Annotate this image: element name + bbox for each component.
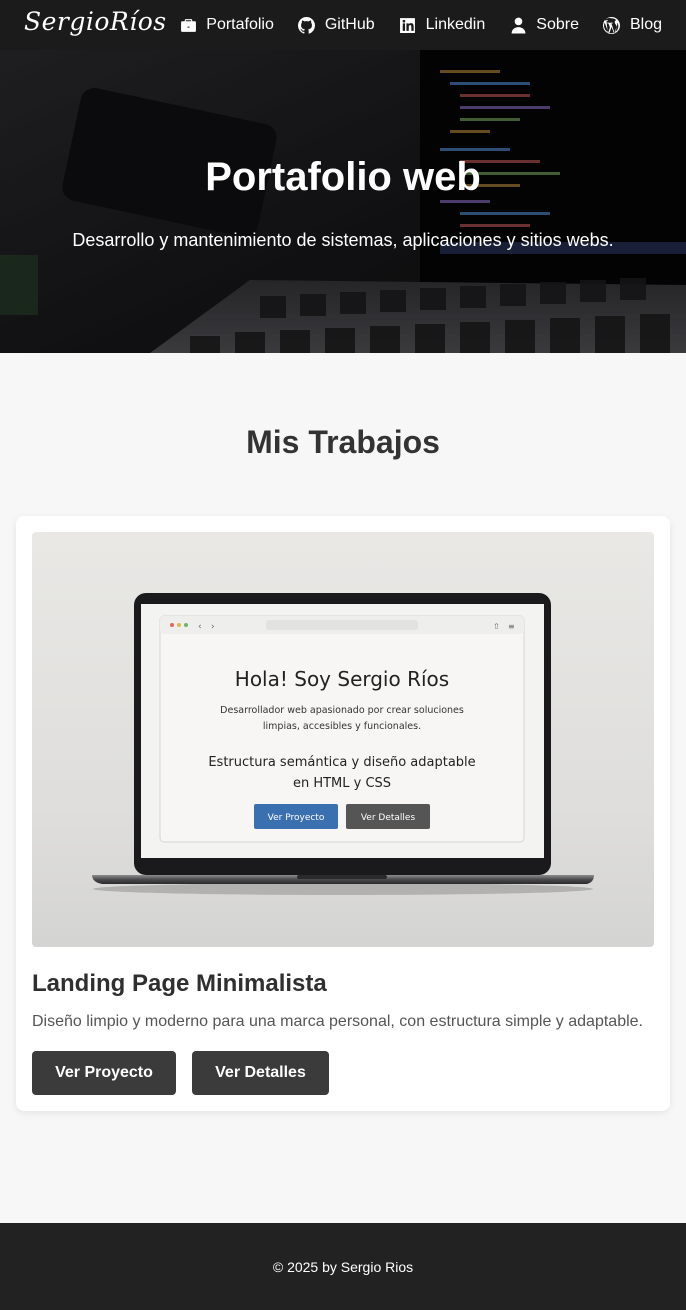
briefcase-icon <box>179 16 197 34</box>
wordpress-icon <box>603 16 621 34</box>
project-card: ‹ › ⇧ ≡ Hola! Soy Sergio Ríos Desarrolla… <box>16 516 670 1111</box>
nav-links: Portafolio GitHub Linkedin Sobre Blog <box>179 16 662 34</box>
project-description: Diseño limpio y moderno para una marca p… <box>32 1013 643 1030</box>
view-details-button[interactable]: Ver Detalles <box>192 1051 329 1095</box>
hero-subtitle: Desarrollo y mantenimiento de sistemas, … <box>72 230 614 250</box>
nav-label: Linkedin <box>425 16 486 33</box>
nav-label: Blog <box>629 16 662 33</box>
svg-text:≡: ≡ <box>508 622 515 631</box>
footer-copyright: © 2025 by Sergio Rios <box>272 1258 414 1275</box>
mockup-text: limpias, accesibles y funcionales. <box>263 721 421 732</box>
nav-item-portafolio[interactable]: Portafolio <box>179 16 274 34</box>
nav-item-linkedin[interactable]: Linkedin <box>399 16 486 34</box>
user-icon <box>509 16 527 34</box>
nav-item-github[interactable]: GitHub <box>298 16 375 34</box>
svg-text:⇧: ⇧ <box>493 622 500 631</box>
nav-label: Portafolio <box>206 16 274 33</box>
mockup-button-label: Ver Detalles <box>361 813 416 823</box>
logo[interactable]: SergioRíos <box>24 7 167 36</box>
hero-title: Portafolio web <box>205 155 481 199</box>
nav-label: GitHub <box>324 16 375 33</box>
nav-item-blog[interactable]: Blog <box>603 16 662 34</box>
mockup-subheading: en HTML y CSS <box>293 776 391 791</box>
view-project-button[interactable]: Ver Proyecto <box>32 1051 176 1095</box>
project-image: ‹ › ⇧ ≡ Hola! Soy Sergio Ríos Desarrolla… <box>32 532 654 947</box>
section-title: Mis Trabajos <box>246 424 440 460</box>
laptop-mockup: ‹ › ⇧ ≡ Hola! Soy Sergio Ríos Desarrolla… <box>92 593 594 895</box>
mockup-text: Desarrollador web apasionado por crear s… <box>220 705 464 716</box>
nav-label: Sobre <box>536 16 579 33</box>
footer: © 2025 by Sergio Rios <box>0 1223 686 1310</box>
linkedin-icon <box>399 16 417 34</box>
svg-text:‹: ‹ <box>198 622 202 632</box>
hero-overlay <box>0 50 686 353</box>
mockup-subheading: Estructura semántica y diseño adaptable <box>208 755 475 770</box>
hero-banner: Portafolio web Desarrollo y mantenimient… <box>0 50 686 353</box>
svg-text:›: › <box>211 622 215 632</box>
nav-item-sobre[interactable]: Sobre <box>509 16 579 34</box>
project-title: Landing Page Minimalista <box>32 970 327 997</box>
mockup-heading: Hola! Soy Sergio Ríos <box>235 667 449 691</box>
github-icon <box>298 16 316 34</box>
mockup-button-label: Ver Proyecto <box>268 813 325 823</box>
navbar: SergioRíos Portafolio GitHub Linkedin So… <box>0 0 686 50</box>
